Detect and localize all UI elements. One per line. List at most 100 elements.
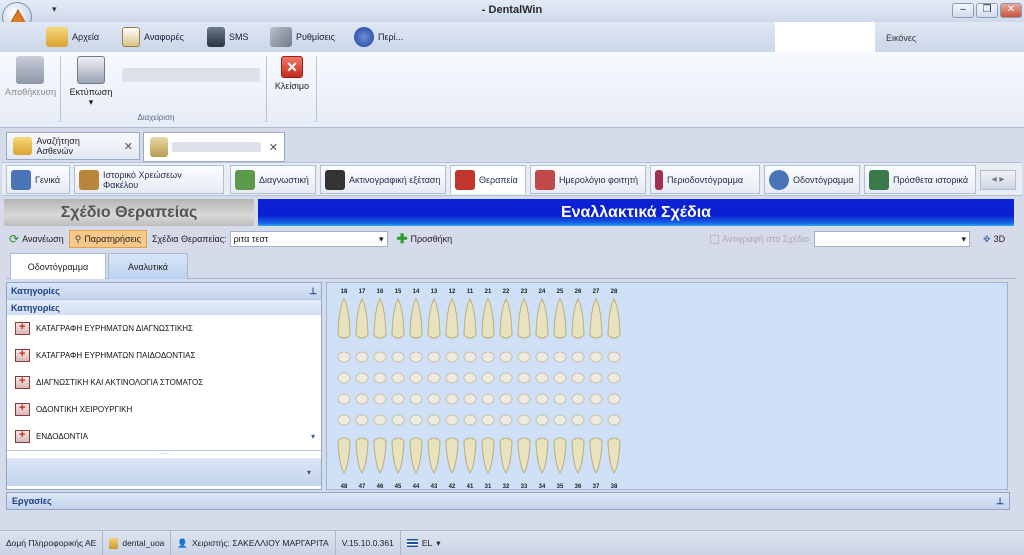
tab-patient-search[interactable]: Αναζήτηση Ασθενών ✕	[6, 132, 140, 160]
close-button[interactable]: ✕ Κλείσιμο	[272, 56, 312, 91]
close-tab-icon[interactable]: ✕	[124, 140, 133, 153]
category-item[interactable]: ΚΑΤΑΓΡΑΦΗ ΕΥΡΗΜΑΤΩΝ ΠΑΙΔΟΔΟΝΤΙΑΣ	[7, 342, 321, 369]
folder-icon	[46, 27, 68, 47]
tab-student-diary[interactable]: Ημερολόγιο φοιτητή	[530, 165, 646, 194]
lower-tooth	[409, 437, 423, 474]
tab-odontogram[interactable]: Οδοντόγραμμα	[764, 165, 860, 194]
tooth-surface	[553, 414, 567, 426]
tooth-surface	[337, 414, 351, 426]
billing-icon	[79, 169, 99, 190]
menu-settings[interactable]: Ρυθμίσεις	[270, 26, 335, 48]
language-selector[interactable]: EL ▾	[401, 531, 447, 555]
scroll-down-icon[interactable]: ▾	[311, 432, 315, 441]
splitter-grip[interactable]: ·····	[7, 450, 321, 457]
tooth-surface	[463, 351, 477, 363]
close-window-button[interactable]: ✕	[1000, 3, 1022, 18]
categories-subheader: Κατηγορίες	[7, 299, 321, 315]
tooth-surface	[355, 414, 369, 426]
images-label[interactable]: Εικόνες	[886, 33, 916, 43]
lower-tooth	[499, 437, 513, 474]
tooth-number: 32	[502, 484, 510, 490]
add-button[interactable]: ✚ Προσθήκη	[392, 230, 458, 248]
lower-tooth	[391, 437, 405, 474]
tooth-surface	[571, 414, 585, 426]
tabs-scroll-arrows[interactable]: ◂ ▸	[980, 170, 1016, 190]
tooth-surface	[391, 414, 405, 426]
lower-tooth	[535, 437, 549, 474]
tooth-surface	[481, 351, 495, 363]
category-item[interactable]: ΔΙΑΓΝΩΣΤΙΚΗ ΚΑΙ ΑΚΤΙΝΟΛΟΓΙΑ ΣΤΟΜΑΤΟΣ	[7, 369, 321, 396]
tooth-surface	[607, 351, 621, 363]
teeth-illustration[interactable]	[335, 295, 635, 475]
menu-reports[interactable]: Αναφορές	[122, 26, 184, 48]
tab-general[interactable]: Γενικά	[6, 165, 70, 194]
tooth-number: 45	[394, 484, 402, 490]
category-item[interactable]: ΚΑΤΑΓΡΑΦΗ ΕΥΡΗΜΑΤΩΝ ΔΙΑΓΝΩΣΤΙΚΗΣ	[7, 315, 321, 342]
tasks-panel-header[interactable]: Εργασίες ⊥	[6, 492, 1010, 510]
category-item[interactable]: ΕΝΔΟΔΟΝΤΙΑ▾	[7, 423, 321, 450]
tab-additional-history[interactable]: Πρόσθετα ιστορικά	[864, 165, 976, 194]
save-button[interactable]: Αποθήκευση	[5, 56, 56, 97]
tooth-surface	[535, 393, 549, 405]
tooth-surface	[391, 372, 405, 384]
tooth-surface	[607, 393, 621, 405]
menu-sms[interactable]: SMS	[207, 26, 249, 48]
clipboard-icon	[122, 27, 140, 47]
plan-select[interactable]: ριτα τεστ ▾	[229, 231, 388, 247]
info-icon	[354, 27, 374, 47]
lower-tooth	[427, 437, 441, 474]
excel-icon	[869, 169, 889, 190]
tab-periodontogram[interactable]: Περιοδοντόγραμμα	[650, 165, 760, 194]
tab-treatment[interactable]: Θεραπεία	[450, 165, 526, 194]
upper-tooth	[481, 298, 495, 339]
lower-tooth	[481, 437, 495, 474]
minimize-button[interactable]: –	[952, 3, 974, 18]
restore-button[interactable]: ❐	[976, 3, 998, 18]
plus-icon: ✚	[396, 231, 408, 246]
upper-tooth	[571, 298, 585, 339]
tooth-surface	[571, 393, 585, 405]
tooth-surface	[553, 393, 567, 405]
tooth-surface	[499, 351, 513, 363]
tooth-surface	[373, 351, 387, 363]
copy-to-plan-checkbox[interactable]: Αντιγραφή στο Σχέδιο	[705, 230, 814, 248]
lower-tooth	[463, 437, 477, 474]
odontogram-icon	[769, 169, 789, 190]
category-item[interactable]: ΟΔΟΝΤΙΚΗ ΧΕΙΡΟΥΡΓΙΚΗ	[7, 396, 321, 423]
tooth-surface	[589, 414, 603, 426]
tab-analytical-view[interactable]: Αναλυτικά	[108, 253, 188, 279]
tooth-surface	[463, 393, 477, 405]
quick-access-dropdown[interactable]: ▾	[52, 4, 57, 15]
copy-plan-select[interactable]: ▾	[814, 231, 971, 247]
categories-collapsed-bar[interactable]: ▾	[7, 458, 321, 486]
lower-tooth	[355, 437, 369, 474]
upper-tooth	[553, 298, 567, 339]
tooth-surface	[427, 414, 441, 426]
lower-tooth	[373, 437, 387, 474]
refresh-button[interactable]: ⟳ Ανανέωση	[4, 230, 69, 248]
tooth-surface	[553, 351, 567, 363]
print-button[interactable]: Εκτύπωση ▾	[66, 56, 116, 108]
lower-tooth	[589, 437, 603, 474]
tools-icon	[270, 27, 292, 47]
pin-icon[interactable]: ⊥	[996, 496, 1004, 507]
tab-odontogram-view[interactable]: Οδοντόγραμμα	[10, 253, 106, 279]
tab-patient-file[interactable]: ✕	[143, 132, 285, 162]
chevron-down-icon: ▾	[436, 537, 441, 548]
close-tab-icon[interactable]: ✕	[269, 141, 278, 154]
tab-diagnostics[interactable]: Διαγνωστική	[230, 165, 316, 194]
3d-button[interactable]: ✥ 3D	[978, 230, 1010, 248]
tab-xray[interactable]: Ακτινογραφική εξέταση	[320, 165, 446, 194]
lower-tooth-numbers: 48 47 46 45 44 43 42 41 31 32 33 34 35 36 37 38	[335, 480, 623, 491]
tooth-number: 44	[412, 484, 420, 490]
tab-billing-history[interactable]: Ιστορικό Χρεώσεων Φακέλου	[74, 165, 224, 194]
categories-panel: Κατηγορίες⊥ Κατηγορίες ΚΑΤΑΓΡΑΦΗ ΕΥΡΗΜΑΤ…	[6, 282, 322, 490]
tooth-surface	[481, 372, 495, 384]
menu-about[interactable]: Περί...	[354, 26, 403, 48]
notes-button[interactable]: ⚲ Παρατηρήσεις	[68, 230, 147, 248]
tooth-surface	[535, 372, 549, 384]
menu-files[interactable]: Αρχεία	[46, 26, 99, 48]
lower-tooth	[517, 437, 531, 474]
tooth-surface	[463, 372, 477, 384]
pin-icon[interactable]: ⊥	[309, 286, 317, 297]
